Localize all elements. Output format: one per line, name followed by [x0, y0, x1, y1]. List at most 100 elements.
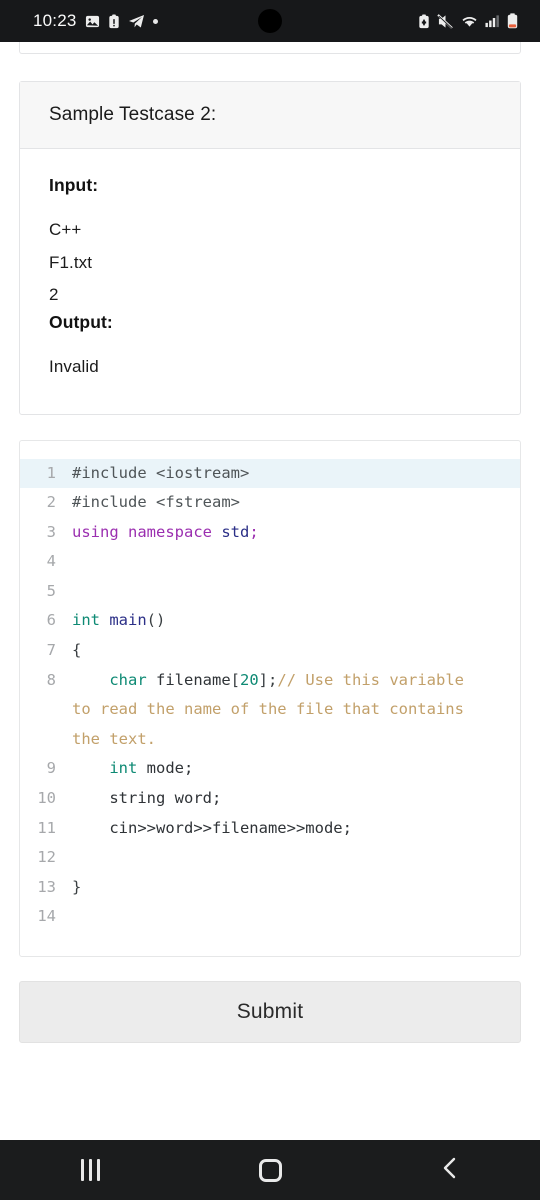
back-icon	[440, 1156, 460, 1185]
code-line[interactable]: 9 int mode;	[20, 754, 520, 784]
code-token: main	[109, 611, 147, 630]
code-token: std	[221, 522, 250, 541]
status-bar-right	[418, 13, 518, 29]
status-bar: 10:23	[0, 0, 540, 42]
code-line-text: }	[72, 873, 520, 903]
dot-icon	[152, 18, 158, 24]
line-number: 2	[46, 493, 56, 512]
telegram-icon	[128, 14, 145, 29]
input-line-1: C++	[49, 220, 82, 239]
code-token: {	[72, 641, 82, 660]
code-line[interactable]: 8 char filename[20];// Use this variable…	[20, 666, 520, 755]
code-line[interactable]: 11 cin>>word>>filename>>mode;	[20, 814, 520, 844]
code-editor-card[interactable]: 1 #include <iostream> 2 #include <fstream> 3…	[19, 439, 521, 957]
line-number: 7	[46, 641, 56, 660]
line-number: 9	[46, 759, 56, 778]
clipboard-alert-icon	[108, 13, 120, 29]
previous-card-partial	[19, 42, 521, 54]
line-number: 1	[46, 463, 56, 482]
sample-testcase-header: Sample Testcase 2:	[20, 82, 520, 149]
code-line-text: using namespace std;	[72, 518, 520, 548]
recents-button[interactable]	[30, 1140, 150, 1200]
line-number: 8	[46, 670, 56, 689]
submit-button-label: Submit	[236, 1000, 304, 1023]
code-line[interactable]: 2 #include <fstream>	[20, 488, 520, 518]
code-line[interactable]: 3 using namespace std;	[20, 518, 520, 548]
code-token: #include	[72, 493, 156, 512]
code-line[interactable]: 14	[20, 902, 520, 932]
input-label: Input:	[49, 175, 99, 195]
sample-testcase-body: Input: C++ F1.txt 2 Output: Invalid	[20, 149, 520, 414]
image-icon	[85, 14, 100, 29]
line-number: 12	[37, 848, 56, 867]
input-line-2: F1.txt	[49, 252, 93, 272]
home-icon	[258, 1158, 282, 1182]
line-number: 14	[37, 907, 56, 926]
line-number: 10	[37, 789, 56, 808]
wifi-icon	[461, 14, 478, 28]
code-line-text: string word;	[72, 784, 520, 814]
code-token: 20	[240, 670, 259, 689]
code-line-text: #include <iostream>	[72, 459, 520, 489]
code-token: ]	[258, 670, 269, 689]
android-navigation-bar	[0, 1140, 540, 1200]
line-number: 3	[46, 522, 56, 541]
signal-icon	[485, 14, 500, 28]
output-label: Output:	[49, 311, 113, 332]
code-line-text: char filename[20];// Use this variable t…	[72, 666, 520, 755]
code-token: ()	[146, 611, 166, 630]
code-line-text: int main()	[72, 606, 520, 636]
code-token: }	[72, 877, 82, 896]
code-token: <iostream>	[156, 463, 250, 482]
code-line[interactable]: 10 string word;	[20, 784, 520, 814]
code-line-text: #include <fstream>	[72, 488, 520, 518]
code-line[interactable]: 1 #include <iostream>	[20, 458, 520, 489]
code-line-text: cin>>word>>filename>>mode;	[72, 814, 520, 844]
code-editor[interactable]: 1 #include <iostream> 2 #include <fstream> 3…	[20, 458, 520, 933]
battery-saver-icon	[418, 13, 430, 29]
code-token: mode;	[146, 759, 194, 778]
code-token: cin>>word>>filename>>mode;	[72, 818, 352, 837]
code-token: int	[72, 611, 110, 630]
code-token: #include	[72, 463, 156, 482]
code-line[interactable]: 5	[20, 577, 520, 607]
input-line-3: 2	[49, 285, 59, 305]
status-time: 10:23	[33, 11, 77, 30]
code-token: string word;	[72, 789, 222, 808]
code-token: using namespace	[72, 522, 222, 541]
code-line-text: {	[72, 636, 520, 666]
code-token: filename	[156, 670, 231, 689]
mute-vibrate-icon	[437, 13, 454, 29]
code-token: [	[230, 670, 240, 689]
code-token: int	[72, 759, 147, 778]
phone-screen: 10:23 Sample Testcase 2: Input: C++ F1.t…	[0, 0, 540, 1200]
page-content[interactable]: Sample Testcase 2: Input: C++ F1.txt 2 O…	[0, 42, 540, 1140]
status-bar-left: 10:23	[33, 11, 158, 31]
output-line-1: Invalid	[49, 356, 99, 376]
code-token: ;	[249, 522, 259, 541]
code-line[interactable]: 4	[20, 547, 520, 577]
line-number: 4	[46, 552, 56, 571]
code-token: char	[72, 670, 156, 689]
line-number: 6	[46, 611, 56, 630]
code-line[interactable]: 12	[20, 843, 520, 873]
line-number: 13	[37, 877, 56, 896]
sample-testcase-card: Sample Testcase 2: Input: C++ F1.txt 2 O…	[19, 81, 521, 415]
code-line[interactable]: 7{	[20, 636, 520, 666]
code-line[interactable]: 6 int main()	[20, 606, 520, 636]
code-line-text: int mode;	[72, 754, 520, 784]
code-line[interactable]: 13}	[20, 873, 520, 903]
battery-icon	[507, 13, 518, 29]
camera-punch-hole	[258, 9, 282, 33]
code-token: ;	[268, 670, 278, 689]
line-number: 11	[37, 818, 56, 837]
home-button[interactable]	[210, 1140, 330, 1200]
line-number: 5	[46, 581, 56, 600]
back-button[interactable]	[390, 1140, 510, 1200]
submit-button[interactable]: Submit	[19, 981, 521, 1043]
recents-icon	[80, 1159, 100, 1181]
